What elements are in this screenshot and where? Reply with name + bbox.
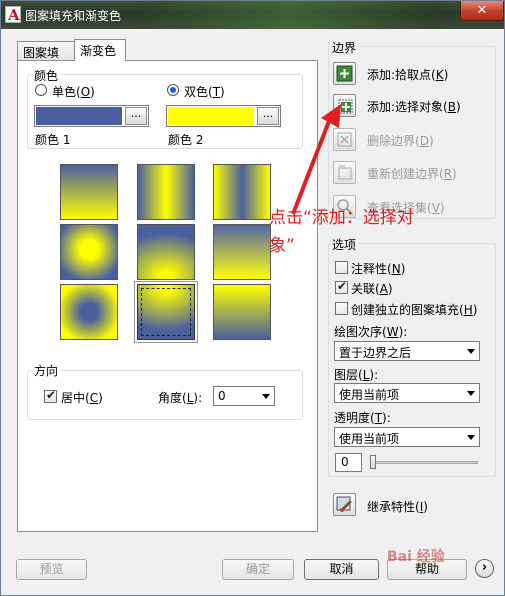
inherit-properties-label[interactable]: 继承特性(I): [367, 498, 428, 515]
add-pick-point-label[interactable]: 添加:拾取点(K): [367, 66, 448, 83]
gradient-linear-vertical[interactable]: [60, 164, 118, 220]
dual-color-radio[interactable]: [167, 84, 179, 96]
title-bar[interactable]: A 图案填充和渐变色 ✕: [1, 1, 504, 29]
draw-order-combo[interactable]: 置于边界之后: [334, 341, 480, 361]
add-pick-point-icon: [336, 65, 353, 82]
independent-hatch-label: 创建独立的图案填充(H): [351, 303, 478, 317]
title-bar-glass: [141, 1, 441, 29]
transparency-combo[interactable]: 使用当前项: [334, 427, 480, 447]
color1-swatch: [36, 107, 122, 125]
layer-value: 使用当前项: [339, 388, 400, 402]
color2-swatch: [168, 107, 254, 125]
inherit-properties-button[interactable]: [333, 493, 356, 516]
single-color-label: 单色(O): [52, 85, 95, 99]
independent-hatch-checkbox[interactable]: [335, 302, 348, 315]
recreate-boundary-label[interactable]: 重新创建边界(R): [367, 165, 457, 182]
chevron-down-icon: [467, 349, 475, 354]
color-group-label: 颜色: [32, 67, 61, 84]
layer-label: 图层(L):: [334, 368, 379, 382]
preview-button[interactable]: 预览: [16, 559, 87, 580]
options-group-label: 选项: [330, 236, 359, 253]
gradient-inverted-spherical[interactable]: [60, 284, 118, 340]
add-pick-point-button[interactable]: [333, 62, 356, 85]
tab-gradient[interactable]: 渐变色: [74, 39, 126, 61]
tab-pattern-fill[interactable]: 图案填充: [17, 41, 75, 77]
center-checkbox[interactable]: ✔: [44, 388, 57, 403]
cancel-button[interactable]: 取消: [304, 559, 379, 580]
annotative-checkbox[interactable]: [335, 261, 348, 274]
associative-checkbox[interactable]: ✔: [335, 279, 348, 294]
gradient-hemispherical[interactable]: [137, 224, 195, 280]
center-label: 居中(C): [61, 391, 103, 405]
color1-browse-button[interactable]: ...: [125, 107, 147, 125]
more-options-button[interactable]: ›: [475, 559, 494, 578]
chevron-down-icon: [467, 435, 475, 440]
draw-order-value: 置于边界之后: [339, 346, 412, 360]
color1-swatch-field[interactable]: ...: [34, 105, 149, 127]
color2-label: 颜色 2: [168, 133, 204, 147]
hatch-gradient-dialog: A 图案填充和渐变色 ✕ 图案填充 渐变色 颜色 单色(O) 双色(T) ...…: [0, 0, 505, 596]
gradient-inverted-hemispherical[interactable]: [134, 281, 198, 343]
transparency-label: 透明度(T):: [334, 411, 391, 425]
dual-color-label: 双色(T): [184, 85, 225, 99]
chevron-down-icon: [467, 391, 475, 396]
boundary-group-label: 边界: [330, 39, 359, 56]
brush-icon: [336, 496, 352, 512]
add-select-object-label[interactable]: 添加:选择对象(B): [367, 98, 461, 115]
gradient-inverted-curved[interactable]: [213, 284, 271, 340]
draw-order-label: 绘图次序(W):: [334, 325, 408, 339]
transparency-number: 0: [341, 455, 349, 469]
transparency-slider-thumb[interactable]: [370, 455, 376, 469]
direction-group-label: 方向: [32, 362, 61, 379]
chevron-down-icon: [262, 394, 270, 399]
autocad-app-icon: A: [5, 6, 21, 24]
annotation-text-line2: 象”: [269, 236, 295, 256]
annotative-label: 注释性(N): [351, 262, 406, 276]
transparency-number-field[interactable]: 0: [335, 453, 362, 472]
angle-value: 0: [218, 389, 226, 403]
single-color-radio[interactable]: [35, 84, 47, 96]
gradient-curved[interactable]: [213, 224, 271, 280]
color1-label: 颜色 1: [35, 133, 71, 147]
close-button[interactable]: ✕: [460, 1, 504, 21]
window-title: 图案填充和渐变色: [25, 9, 122, 23]
transparency-slider-track[interactable]: [370, 461, 478, 464]
annotation-text-line1: 点击“添加：选择对: [269, 208, 414, 228]
transparency-value: 使用当前项: [339, 432, 400, 446]
gradient-spherical[interactable]: [60, 224, 118, 280]
associative-label: 关联(A): [351, 282, 393, 296]
remove-boundary-label[interactable]: 删除边界(D): [367, 132, 434, 149]
layer-combo[interactable]: 使用当前项: [334, 383, 480, 403]
annotation-arrow: [291, 104, 341, 215]
gradient-cylinder[interactable]: [137, 164, 195, 220]
ok-button[interactable]: 确定: [222, 559, 294, 580]
angle-combo[interactable]: 0: [213, 386, 275, 406]
angle-label: 角度(L):: [158, 391, 203, 405]
watermark-text: Bai 经验: [387, 549, 445, 565]
